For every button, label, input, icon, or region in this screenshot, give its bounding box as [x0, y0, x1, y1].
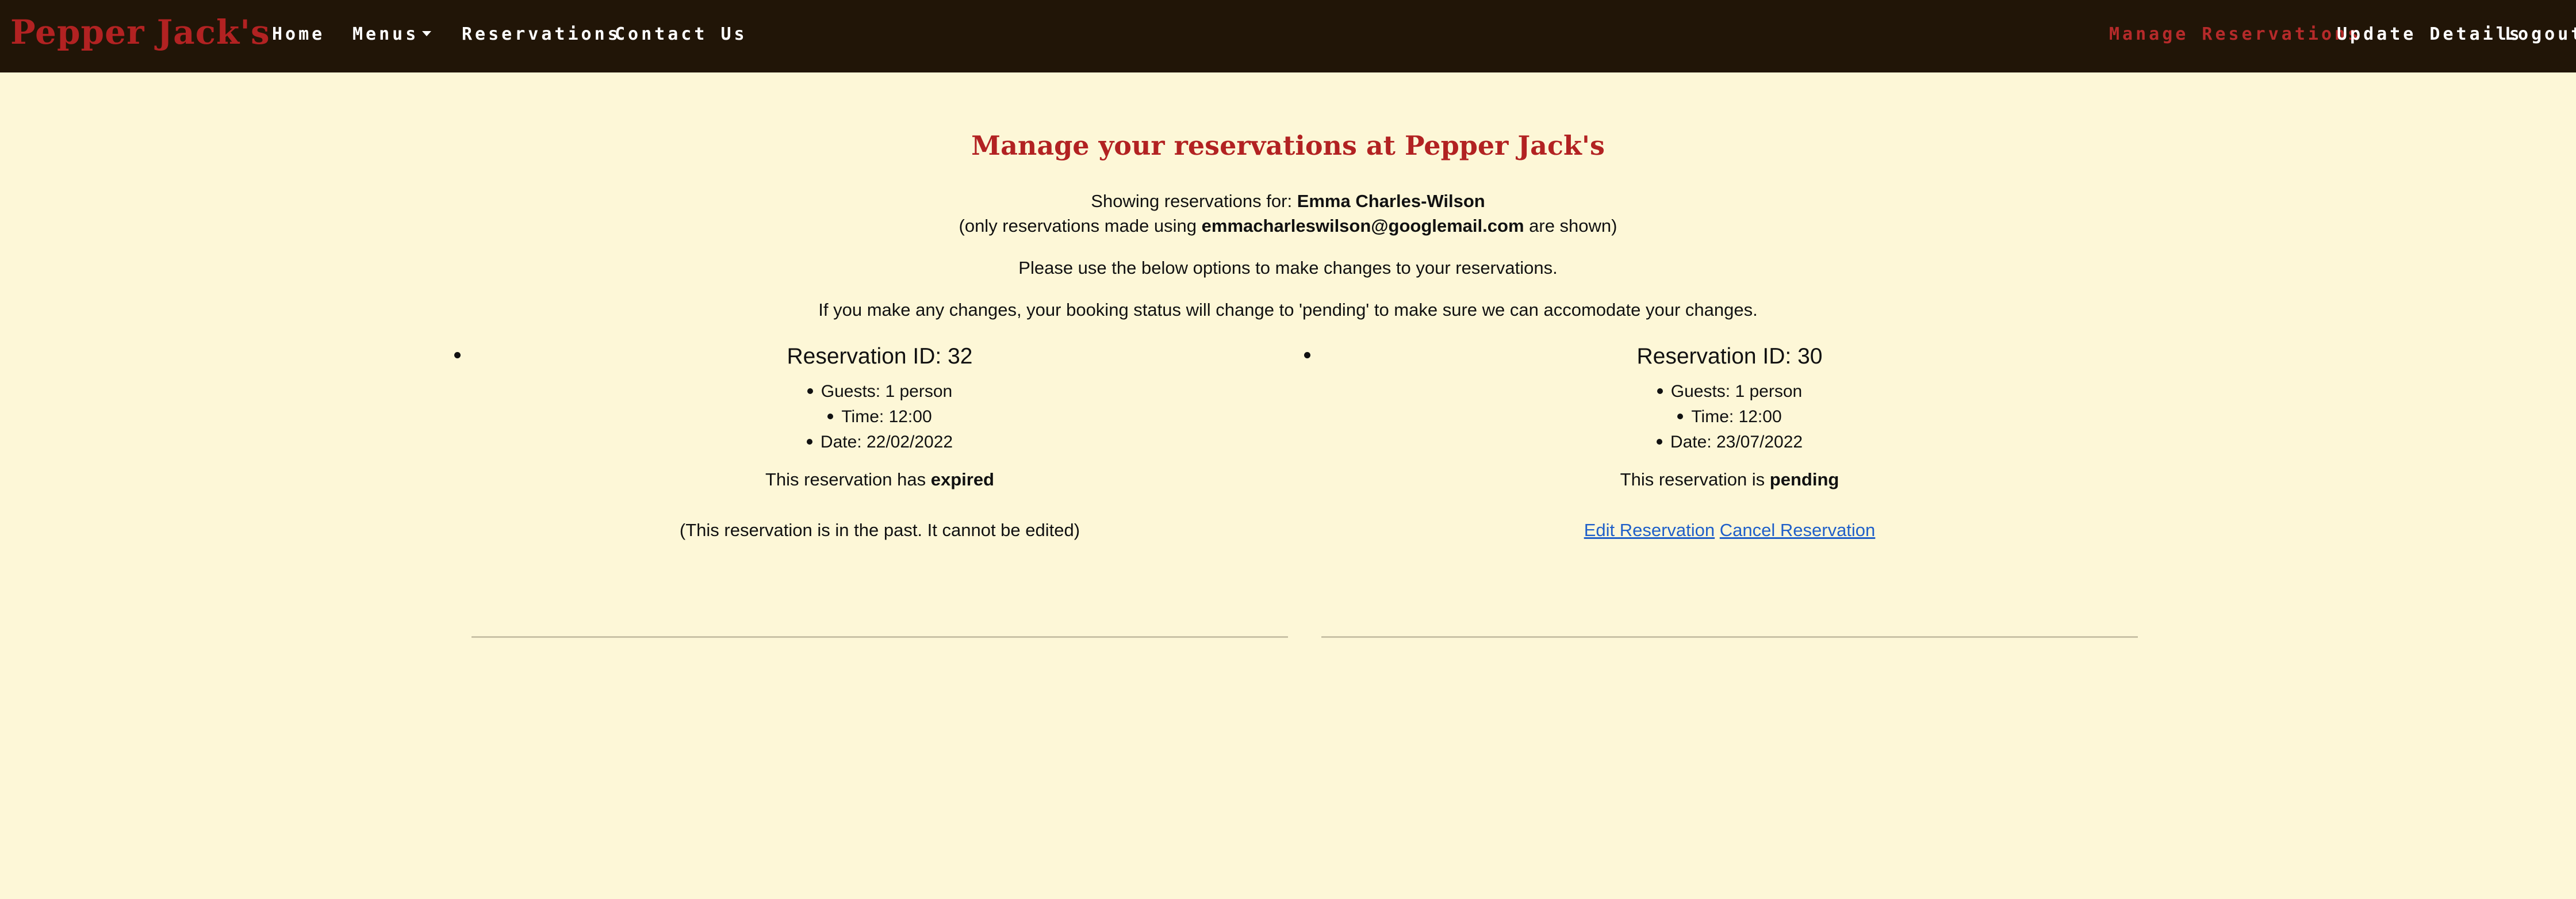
reservation-time: Time: 12:00 [1321, 407, 2138, 427]
customer-name: Emma Charles-Wilson [1297, 191, 1485, 211]
list-bullet [454, 352, 461, 358]
reservation-actions: Edit Reservation Cancel Reservation [1321, 520, 2138, 541]
time-value: Time: 12:00 [1691, 407, 1782, 426]
warning-text: If you make any changes, your booking st… [818, 300, 1758, 320]
showing-for-line: Showing reservations for: Emma Charles-W… [0, 191, 2576, 212]
nav-link-reservations[interactable]: Reservations [462, 24, 621, 44]
nav-link-logout[interactable]: Logout [2505, 24, 2576, 44]
nav-link-contact[interactable]: Contact Us [615, 24, 747, 44]
reservation-guests: Guests: 1 person [471, 382, 1288, 401]
edit-reservation-link[interactable]: Edit Reservation [1584, 520, 1715, 540]
reservation-guests: Guests: 1 person [1321, 382, 2138, 401]
customer-email: emmacharleswilson@googlemail.com [1201, 216, 1524, 236]
navbar: Pepper Jack's Home Menus Reservations Co… [0, 0, 2576, 72]
bullet-dot [1656, 439, 1662, 445]
email-prefix: (only reservations made using [959, 216, 1202, 236]
reservation-title: Reservation ID: 32 [787, 344, 973, 369]
bullet-dot [827, 414, 834, 420]
reservation-title: Reservation ID: 30 [1636, 344, 1823, 369]
nav-link-update-details[interactable]: Update Details [2337, 24, 2523, 44]
nav-dropdown-menus-label: Menus [352, 24, 419, 44]
instructions-text: Please use the below options to make cha… [1018, 258, 1558, 278]
time-value: Time: 12:00 [841, 407, 932, 426]
guests-value: Guests: 1 person [1670, 382, 1803, 401]
date-value: Date: 23/07/2022 [1670, 433, 1803, 452]
page-title: Manage your reservations at Pepper Jack'… [971, 130, 1605, 161]
bullet-dot [807, 388, 813, 395]
reservation-date: Date: 23/07/2022 [1321, 433, 2138, 452]
reservation-status: This reservation is pending [1321, 469, 2138, 490]
reservation-note: (This reservation is in the past. It can… [679, 520, 1080, 540]
cancel-reservation-link[interactable]: Cancel Reservation [1720, 520, 1876, 540]
list-bullet [1304, 352, 1310, 358]
card-divider [471, 636, 1288, 638]
nav-link-home[interactable]: Home [272, 24, 325, 44]
status-prefix: This reservation has [765, 469, 931, 489]
nav-link-manage-reservations[interactable]: Manage Reservations [2109, 24, 2361, 44]
reservation-card: Reservation ID: 30 Guests: 1 person Time… [1304, 344, 2138, 638]
reservation-time: Time: 12:00 [471, 407, 1288, 427]
bullet-dot [1657, 388, 1663, 395]
status-prefix: This reservation is [1620, 469, 1770, 489]
reservation-status: This reservation has expired [471, 469, 1288, 490]
showing-prefix: Showing reservations for: [1091, 191, 1297, 211]
reservation-card: Reservation ID: 32 Guests: 1 person Time… [454, 344, 1288, 638]
email-suffix: are shown) [1524, 216, 1617, 236]
bullet-dot [1677, 414, 1684, 420]
guests-value: Guests: 1 person [821, 382, 953, 401]
bullet-dot [806, 439, 812, 445]
date-value: Date: 22/02/2022 [820, 433, 953, 452]
email-line: (only reservations made using emmacharle… [0, 216, 2576, 236]
status-badge: expired [930, 469, 994, 489]
chevron-down-icon [422, 31, 432, 36]
brand-logo-link[interactable]: Pepper Jack's [10, 13, 270, 52]
card-divider [1321, 636, 2138, 638]
status-badge: pending [1769, 469, 1839, 489]
reservation-date: Date: 22/02/2022 [471, 433, 1288, 452]
nav-dropdown-menus[interactable]: Menus [352, 24, 432, 44]
